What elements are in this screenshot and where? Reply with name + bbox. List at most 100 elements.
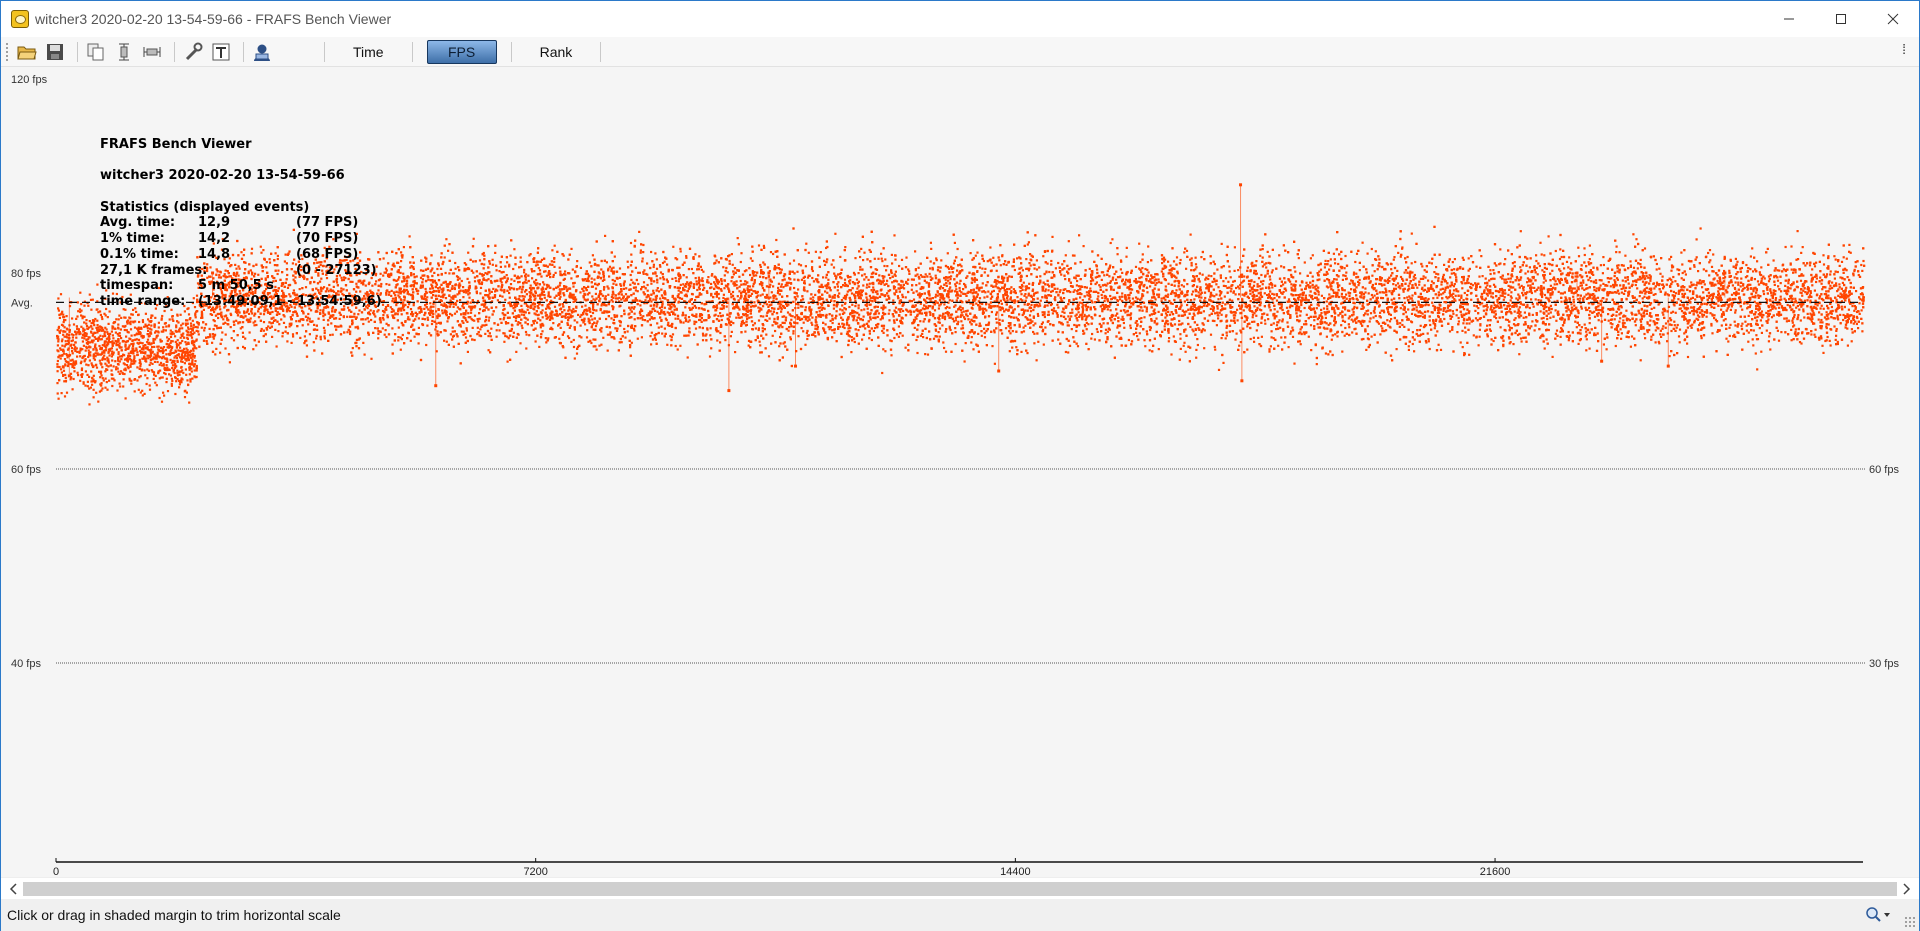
fps-point <box>175 326 178 329</box>
fps-point <box>139 331 142 335</box>
fps-point <box>193 375 196 378</box>
fps-point <box>181 327 184 330</box>
fps-point <box>123 340 126 343</box>
toolbar-grip[interactable] <box>5 41 9 62</box>
fps-point <box>165 364 168 367</box>
fps-point <box>194 316 197 319</box>
fps-point <box>108 310 111 313</box>
fps-point <box>124 345 127 348</box>
fps-point <box>192 344 196 347</box>
fps-point <box>148 334 151 337</box>
fps-point <box>111 373 114 376</box>
tab-time[interactable]: Time <box>339 40 398 64</box>
copy-icon[interactable] <box>84 40 108 64</box>
fps-point <box>163 322 166 325</box>
fps-point <box>56 363 59 366</box>
toolbar-overflow-button[interactable]: ⁞ <box>1902 41 1906 57</box>
fps-point <box>190 340 194 343</box>
open-icon[interactable] <box>15 40 39 64</box>
fps-point <box>112 326 115 329</box>
fps-point <box>95 349 98 352</box>
horizontal-scale-icon[interactable] <box>140 40 164 64</box>
fps-point <box>176 320 179 323</box>
fps-point <box>90 370 93 373</box>
fps-point <box>178 373 181 376</box>
fps-point <box>192 355 195 358</box>
fps-point <box>133 390 136 393</box>
minimize-icon <box>1784 18 1794 20</box>
fps-point <box>70 347 74 350</box>
user-icon[interactable] <box>250 40 274 64</box>
fps-point <box>186 333 189 336</box>
fps-point <box>77 330 80 333</box>
fps-point <box>153 373 156 376</box>
tab-fps[interactable]: FPS <box>426 39 497 64</box>
fps-point <box>57 340 60 343</box>
maximize-button[interactable] <box>1815 1 1867 37</box>
fps-point <box>136 379 139 382</box>
fps-point <box>150 319 153 323</box>
fps-point <box>123 328 126 332</box>
fps-point <box>194 325 197 329</box>
fps-point <box>171 366 174 370</box>
minimize-button[interactable] <box>1763 1 1815 37</box>
fps-point <box>81 336 84 339</box>
fps-point <box>176 359 179 362</box>
fps-point <box>139 341 142 344</box>
fps-point <box>57 297 60 300</box>
fps-point <box>150 316 153 319</box>
tab-rank[interactable]: Rank <box>526 40 587 64</box>
fps-point <box>72 377 75 381</box>
fps-point <box>158 356 161 359</box>
fps-point <box>183 310 186 313</box>
fps-point <box>179 346 182 349</box>
fps-point <box>106 332 110 335</box>
fps-point <box>175 330 178 333</box>
fps-chart[interactable]: 120 fps 80 fps Avg. 60 fps 40 fps 60 fps 30 fp… <box>1 67 1919 878</box>
fps-point <box>146 327 149 330</box>
fps-point <box>60 392 63 395</box>
fps-point <box>63 315 66 319</box>
fps-point <box>195 339 198 342</box>
fps-point <box>136 351 139 354</box>
fps-point <box>106 341 109 344</box>
fps-point <box>137 329 140 332</box>
fps-point <box>112 351 115 354</box>
fps-point <box>118 382 121 385</box>
fps-point <box>114 331 117 334</box>
fps-point <box>132 342 135 345</box>
fps-point <box>162 326 165 329</box>
fps-point <box>112 365 115 368</box>
fps-point <box>189 380 192 383</box>
fps-point <box>60 348 63 351</box>
fps-point <box>82 344 85 347</box>
settings-icon[interactable] <box>181 40 205 64</box>
fps-point <box>125 329 128 332</box>
fps-point <box>107 322 110 325</box>
fps-point <box>154 316 157 319</box>
fps-point <box>126 320 129 323</box>
fps-point <box>58 365 61 369</box>
fps-point <box>71 350 74 353</box>
fps-point <box>58 313 61 316</box>
close-button[interactable] <box>1867 1 1919 37</box>
vertical-scale-icon[interactable] <box>112 40 136 64</box>
fps-point <box>80 303 83 306</box>
maximize-icon <box>1836 14 1846 24</box>
fps-point <box>169 335 173 338</box>
fps-point <box>163 394 166 397</box>
fps-point <box>57 338 60 341</box>
save-icon[interactable] <box>43 40 67 64</box>
fps-point <box>118 332 121 335</box>
fps-point <box>106 368 109 371</box>
fps-point <box>124 397 127 400</box>
fps-point <box>181 322 184 325</box>
fps-point <box>166 339 169 342</box>
fps-point <box>148 388 152 391</box>
fps-point <box>195 367 198 370</box>
fps-point <box>74 360 78 363</box>
text-icon[interactable] <box>209 40 233 64</box>
fps-point <box>187 313 191 316</box>
fps-point <box>152 339 155 342</box>
fps-point <box>128 344 131 347</box>
